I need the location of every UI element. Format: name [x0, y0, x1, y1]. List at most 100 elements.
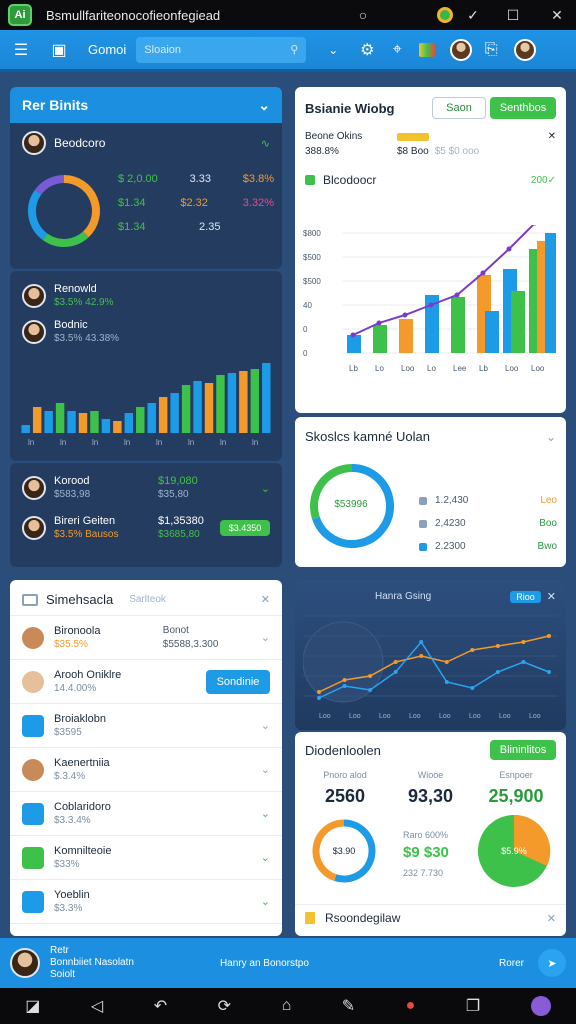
item-value: Bonot	[162, 624, 189, 636]
list-item[interactable]: Arooh Oniklre 14.4.00% Sondinie	[10, 660, 282, 704]
bar	[451, 297, 465, 353]
close-icon[interactable]: ✕	[261, 593, 270, 606]
close-icon[interactable]: ✕	[547, 590, 556, 603]
user-name: Beodcoro	[54, 136, 106, 150]
item-icon	[419, 519, 427, 528]
refresh-icon[interactable]: ⟳	[218, 996, 231, 1016]
status-right[interactable]: Rorer	[499, 958, 524, 969]
bar	[227, 373, 237, 433]
send-icon[interactable]: ➤	[538, 949, 566, 977]
shield-icon[interactable]	[434, 4, 456, 26]
data-point	[350, 332, 356, 338]
list-item[interactable]: Coblaridoro $3.3.4% ⌄	[10, 792, 282, 836]
secondary-button[interactable]: Saon	[432, 97, 486, 119]
home-icon[interactable]: ⌂	[282, 997, 292, 1015]
list-item[interactable]: Yoeblin $3.3% ⌄	[10, 880, 282, 924]
donut-segment	[34, 175, 65, 195]
list-item[interactable]: 2,4230 Boo	[419, 518, 557, 529]
tab-label[interactable]: Sarlteok	[129, 594, 166, 605]
panel-donut: Skoslcs kamné Uolan ⌄ $53996 1.2,430 Leo 2…	[295, 417, 566, 567]
avatar[interactable]	[10, 948, 40, 978]
tick-label: Loo	[531, 364, 545, 373]
check-icon[interactable]: ✓	[462, 4, 484, 26]
list-item[interactable]: Kaenertniia $.3.4% ⌄	[10, 748, 282, 792]
panel-header[interactable]: Rer Binits ⌄	[10, 87, 282, 123]
primary-button[interactable]: Senthbos	[490, 97, 556, 119]
chevron-down-icon[interactable]: ⌄	[261, 631, 270, 644]
chevron-down-icon[interactable]: ⌄	[261, 719, 270, 732]
row-sub: $3.5% 42.9%	[54, 297, 114, 308]
avatar[interactable]	[450, 38, 473, 61]
row-name: Renowld	[54, 283, 97, 295]
clipboard-icon[interactable]: ⎘	[478, 37, 504, 63]
tick-label: ln	[220, 438, 226, 447]
bar	[136, 407, 145, 433]
data-point	[454, 292, 460, 298]
close-icon[interactable]: ✕	[547, 912, 556, 925]
item-title: Kaenertniia	[54, 756, 110, 769]
bar	[67, 411, 76, 433]
undo-icon[interactable]: ↶	[154, 996, 167, 1016]
stat-label: $1.34	[118, 221, 146, 233]
colorful-app-icon[interactable]	[414, 37, 440, 63]
item-sub: $3.3%	[54, 902, 83, 914]
status-sub: Bonnbiiet Nasolatn	[50, 957, 134, 968]
list-item[interactable]: Broiaklobn $3595 ⌄	[10, 704, 282, 748]
recording-icon[interactable]: ●	[406, 997, 416, 1015]
menu-icon[interactable]: ☰	[8, 37, 34, 63]
row-sub: $35,80	[158, 489, 189, 500]
chevron-down-icon[interactable]: ⌄	[261, 763, 270, 776]
avatar[interactable]	[530, 996, 551, 1016]
row-sub: $583,98	[54, 489, 91, 500]
circle-icon[interactable]: ○	[352, 4, 374, 26]
action-button[interactable]: Sondinie	[206, 669, 270, 694]
item-title: Yoeblin	[54, 888, 90, 901]
bar	[216, 375, 225, 433]
list-item[interactable]: Komnilteoie $33% ⌄	[10, 836, 282, 880]
tick-label: 0	[303, 325, 308, 334]
chevron-down-icon[interactable]: ⌄	[546, 430, 556, 444]
item-tag: Boo	[539, 518, 557, 529]
status-sub: Soiolt	[50, 969, 76, 980]
tick-label: Lb	[479, 364, 488, 373]
check-icon[interactable]	[305, 175, 315, 185]
edit-icon[interactable]: ✎	[342, 996, 355, 1016]
chevron-down-icon[interactable]: ⌄	[258, 97, 270, 114]
item-sub: $35.5%	[54, 638, 88, 650]
pin-icon[interactable]: ⌖	[384, 37, 410, 63]
chevron-down-icon[interactable]: ⌄	[320, 37, 346, 63]
close-icon[interactable]: ✕	[548, 131, 556, 142]
row-sub: $3685,80	[158, 529, 200, 540]
maximize-icon[interactable]: ☐	[502, 4, 524, 26]
primary-button[interactable]: Blininlitos	[490, 740, 556, 760]
stat-value: $2.32	[180, 197, 208, 209]
window-title: Bsmullfariteonocofieonfegiead	[46, 7, 221, 23]
list-item[interactable]: 2.2300 Bwo	[419, 541, 557, 552]
close-icon[interactable]: ✕	[546, 4, 568, 26]
back-icon[interactable]: ◁	[91, 996, 103, 1016]
tick-label: 0	[303, 349, 308, 358]
chevron-down-icon[interactable]: ⌄	[261, 807, 270, 820]
stat-row: $ 2,0.00 3.33 $3.8%	[118, 173, 274, 185]
chevron-down-icon[interactable]: ⌄	[261, 895, 270, 908]
list-item[interactable]: Bironoola $35.5% Bonot $5588,3.300 ⌄	[10, 616, 282, 660]
chevron-down-icon[interactable]: ⌄	[261, 851, 270, 864]
window-icon[interactable]: ❐	[466, 996, 480, 1016]
tick-label: Loo	[529, 713, 541, 720]
item-icon	[22, 846, 44, 869]
window-icon[interactable]: ▣	[46, 37, 72, 63]
search-input[interactable]: Sloaion ⚲	[136, 36, 307, 63]
tick-label: ln	[92, 438, 98, 447]
list-item[interactable]: 1.2,430 Leo	[419, 495, 557, 506]
item-value: 2,4230	[435, 518, 466, 529]
tag-badge[interactable]: Rioo	[510, 590, 541, 603]
bar	[193, 381, 202, 433]
item-sub: 14.4.00%	[54, 682, 97, 694]
action-button[interactable]: $3.4350	[220, 520, 270, 536]
avatar[interactable]	[514, 38, 537, 61]
stat-extra: 3.32%	[242, 197, 274, 209]
chevron-down-icon[interactable]: ⌄	[261, 482, 270, 495]
home-app-icon[interactable]: ◪	[25, 996, 40, 1016]
gear-icon[interactable]: ⚙	[354, 37, 380, 63]
panel-map-chart: Hanra Gsing Rioo ✕ Loo Loo Loo Loo Loo Loo Loo…	[295, 580, 566, 730]
